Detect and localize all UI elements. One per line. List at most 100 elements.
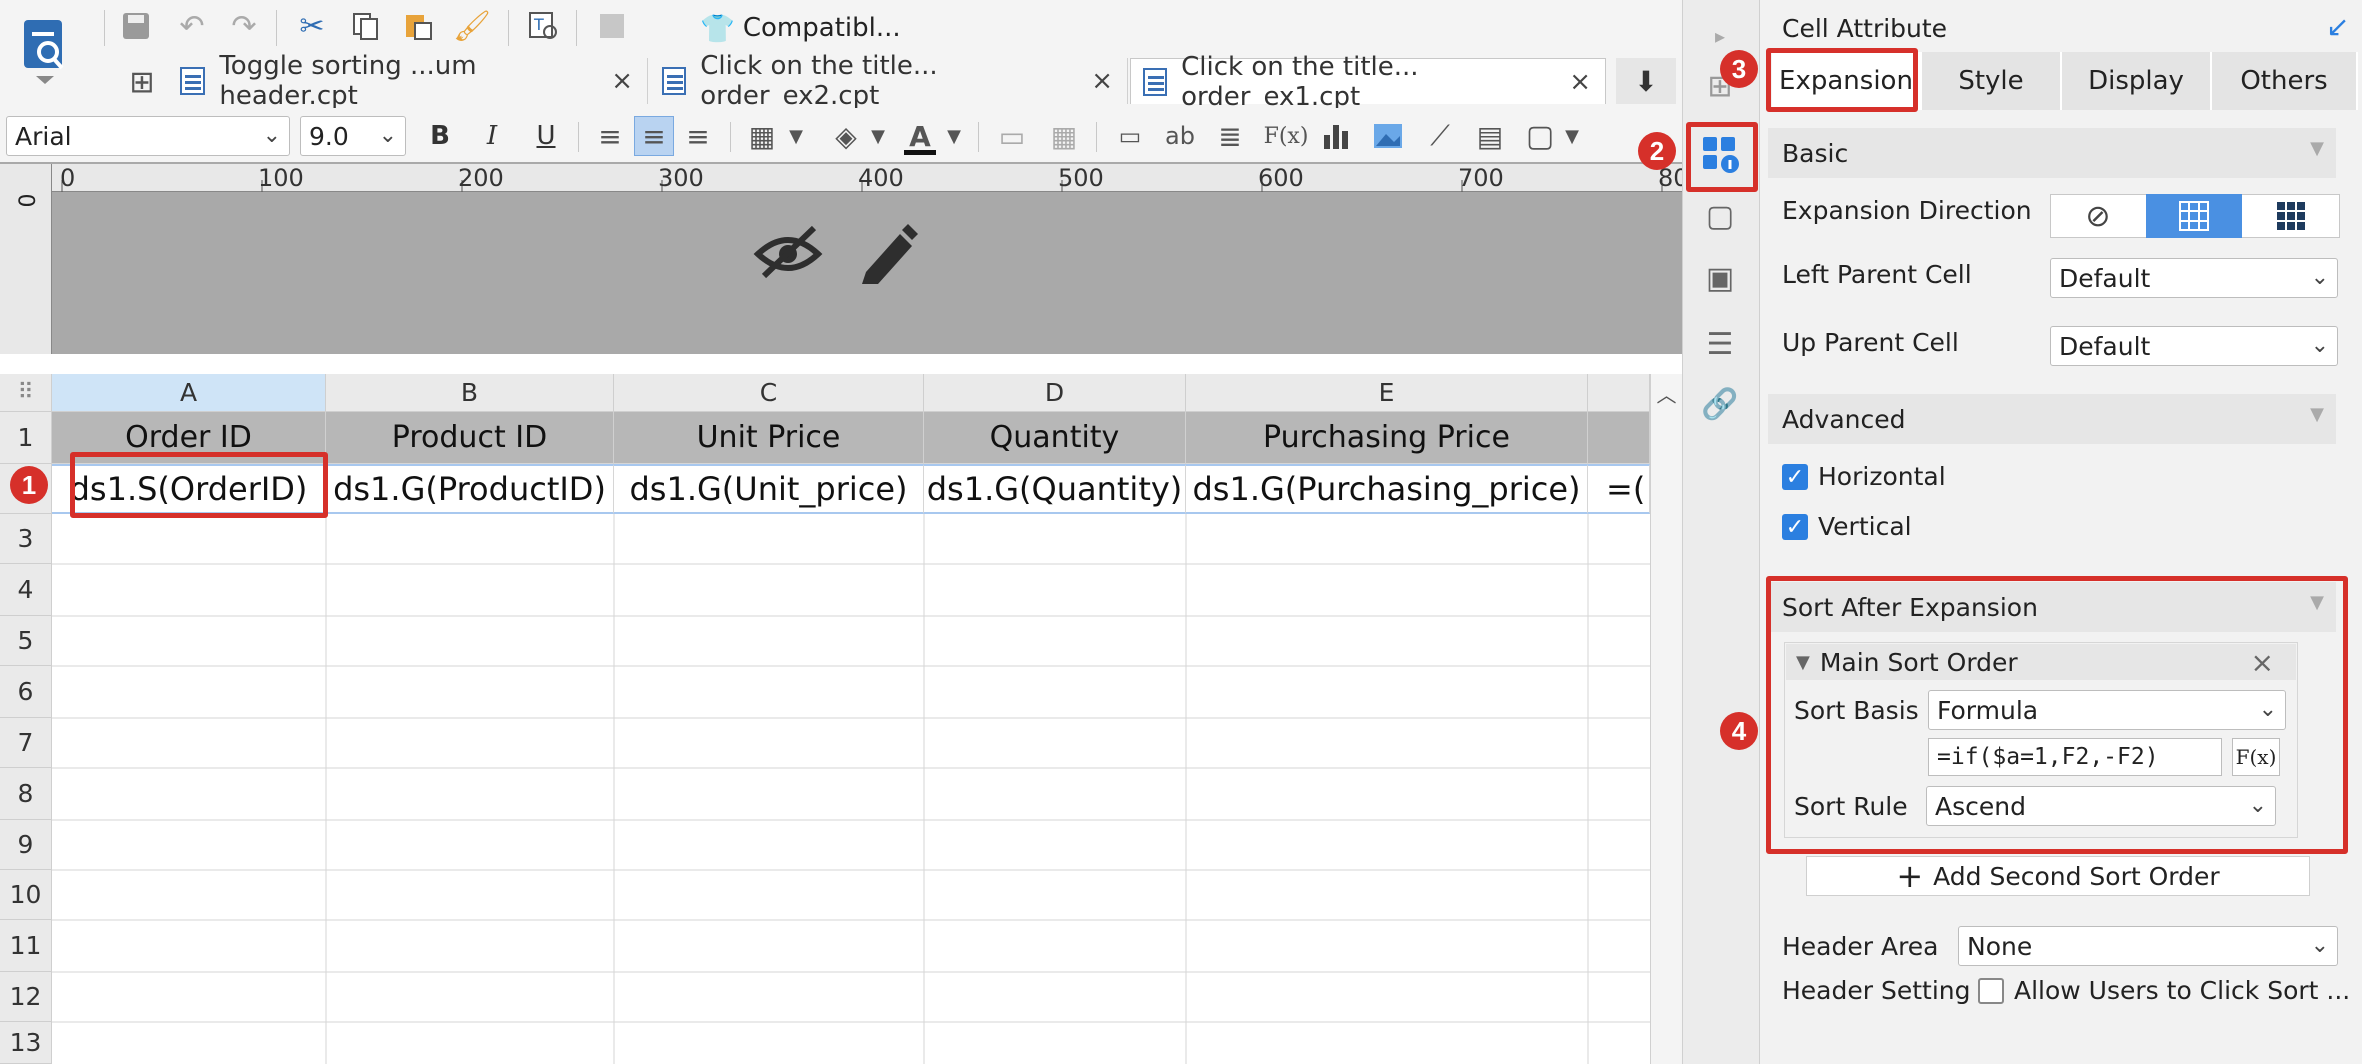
- tab-others[interactable]: Others: [2212, 52, 2358, 110]
- paste-icon[interactable]: [396, 6, 440, 46]
- column-header-c[interactable]: C: [614, 374, 924, 412]
- grid-corner[interactable]: ⠿: [0, 374, 52, 412]
- row-header[interactable]: 13: [0, 1022, 52, 1064]
- row-header[interactable]: 9: [0, 820, 52, 870]
- underline-button[interactable]: U: [526, 116, 566, 156]
- hidden-eye-icon[interactable]: [752, 222, 824, 282]
- rich-text-icon[interactable]: ≣: [1210, 116, 1250, 156]
- cell-b1[interactable]: Product ID: [326, 412, 614, 464]
- font-family-select[interactable]: Arial ⌄: [6, 116, 290, 156]
- row-header[interactable]: 11: [0, 920, 52, 972]
- pin-arrow-icon[interactable]: ↙: [2326, 10, 2349, 43]
- cut-icon[interactable]: ✂: [290, 6, 334, 46]
- column-header-a[interactable]: A: [52, 374, 326, 412]
- copy-icon[interactable]: [344, 6, 388, 46]
- find-replace-icon[interactable]: T: [522, 6, 566, 46]
- compatibility-button[interactable]: 👕 Compatibl...: [700, 8, 901, 48]
- cell-f2[interactable]: =(: [1588, 464, 1650, 514]
- redo-icon[interactable]: ↷: [222, 6, 266, 46]
- horizontal-expansion-icon[interactable]: [2242, 194, 2340, 238]
- cell-a2[interactable]: ds1.S(OrderID): [52, 464, 326, 514]
- widget-icon[interactable]: ▢: [1700, 196, 1740, 236]
- tab-order-ex1[interactable]: Click on the title... order_ex1.cpt ×: [1130, 52, 1606, 112]
- tab-order-ex2[interactable]: Click on the title... order_ex2.cpt ×: [650, 51, 1128, 111]
- sort-basis-select[interactable]: Formula ⌄: [1928, 690, 2286, 730]
- section-basic[interactable]: Basic ▼: [1768, 128, 2336, 178]
- align-left-icon[interactable]: ≡: [590, 116, 630, 156]
- cell-b2[interactable]: ds1.G(ProductID): [326, 464, 614, 514]
- section-advanced[interactable]: Advanced ▼: [1768, 394, 2336, 444]
- tab-list-icon[interactable]: ⬇: [1616, 58, 1676, 104]
- section-sort-after-expansion[interactable]: Sort After Expansion ▼: [1768, 582, 2336, 632]
- column-header-f[interactable]: [1588, 374, 1650, 412]
- vertical-checkbox[interactable]: ✓: [1782, 514, 1808, 540]
- cell-e2[interactable]: ds1.G(Purchasing_price): [1186, 464, 1588, 514]
- undo-icon[interactable]: ↶: [170, 6, 214, 46]
- format-painter-icon[interactable]: 🖌: [450, 6, 494, 46]
- tab-display[interactable]: Display: [2062, 52, 2212, 110]
- data-column-icon[interactable]: ☰: [1700, 324, 1740, 364]
- add-second-sort-button[interactable]: + Add Second Sort Order: [1806, 856, 2310, 896]
- row-header[interactable]: 3: [0, 514, 52, 564]
- subreport-icon[interactable]: ▤: [1470, 116, 1510, 156]
- column-header-e[interactable]: E: [1186, 374, 1588, 412]
- image-icon[interactable]: [1368, 116, 1408, 156]
- insert-field-icon[interactable]: ▭: [1110, 116, 1150, 156]
- cell-element-icon[interactable]: ▢: [1520, 116, 1560, 156]
- formula-icon[interactable]: F(x): [1260, 116, 1312, 156]
- fill-color-icon[interactable]: ◈: [826, 116, 866, 156]
- tab-expansion[interactable]: Expansion: [1772, 52, 1922, 110]
- merge-cells-icon[interactable]: ▭: [992, 116, 1032, 156]
- no-expansion-icon[interactable]: ⊘: [2050, 194, 2146, 238]
- app-logo-icon[interactable]: [18, 14, 72, 84]
- dropdown-widget-icon[interactable]: ▣: [1700, 258, 1740, 298]
- cell-f1[interactable]: [1588, 412, 1650, 464]
- cell-d2[interactable]: ds1.G(Quantity): [924, 464, 1186, 514]
- main-sort-order-header[interactable]: ▼ Main Sort Order ×: [1786, 644, 2296, 680]
- column-header-b[interactable]: B: [326, 374, 614, 412]
- chevron-down-icon[interactable]: ▼: [784, 116, 808, 156]
- sort-formula-input[interactable]: =if($a=1,F2,-F2): [1928, 738, 2222, 776]
- close-tab-icon[interactable]: ×: [1091, 66, 1113, 96]
- hyperlink-icon[interactable]: 🔗: [1700, 384, 1740, 424]
- chevron-down-icon[interactable]: ▼: [942, 116, 966, 156]
- close-tab-icon[interactable]: ×: [1569, 67, 1591, 97]
- scroll-up-icon[interactable]: ︿: [1650, 374, 1682, 412]
- row-header[interactable]: 6: [0, 666, 52, 718]
- slash-icon[interactable]: ⟋: [1420, 116, 1460, 156]
- chart-icon[interactable]: [1316, 116, 1356, 156]
- close-tab-icon[interactable]: ×: [611, 66, 633, 96]
- formula-editor-icon[interactable]: F(x): [2232, 738, 2280, 776]
- align-right-icon[interactable]: ≡: [678, 116, 718, 156]
- vertical-scrollbar[interactable]: [1650, 412, 1682, 1064]
- remove-sort-icon[interactable]: ×: [2251, 646, 2274, 679]
- sort-rule-select[interactable]: Ascend ⌄: [1926, 786, 2276, 826]
- cell-a1[interactable]: Order ID: [52, 412, 326, 464]
- chevron-down-icon[interactable]: ▼: [1560, 116, 1584, 156]
- row-header[interactable]: 8: [0, 768, 52, 820]
- cell-attribute-icon[interactable]: [1700, 134, 1740, 174]
- bold-button[interactable]: B: [420, 116, 460, 156]
- row-header[interactable]: 4: [0, 564, 52, 616]
- font-size-select[interactable]: 9.0 ⌄: [300, 116, 406, 156]
- cell-d1[interactable]: Quantity: [924, 412, 1186, 464]
- row-header[interactable]: 10: [0, 870, 52, 920]
- cell-e1[interactable]: Purchasing Price: [1186, 412, 1588, 464]
- cell-c1[interactable]: Unit Price: [614, 412, 924, 464]
- tab-style[interactable]: Style: [1922, 52, 2062, 110]
- save-icon[interactable]: [116, 6, 156, 46]
- left-parent-select[interactable]: Default ⌄: [2050, 258, 2338, 298]
- row-header[interactable]: 7: [0, 718, 52, 768]
- horizontal-checkbox[interactable]: ✓: [1782, 464, 1808, 490]
- column-header-d[interactable]: D: [924, 374, 1186, 412]
- row-header[interactable]: 12: [0, 972, 52, 1022]
- tab-toggle-sorting[interactable]: Toggle sorting ...um header.cpt ×: [168, 51, 648, 111]
- up-parent-select[interactable]: Default ⌄: [2050, 326, 2338, 366]
- row-header[interactable]: 5: [0, 616, 52, 666]
- new-tab-icon[interactable]: ⊞: [122, 62, 162, 102]
- edit-pencil-icon[interactable]: [856, 220, 920, 286]
- unmerge-cells-icon[interactable]: ▦: [1044, 116, 1084, 156]
- align-center-icon[interactable]: ≡: [634, 116, 674, 156]
- text-icon[interactable]: ab: [1160, 116, 1200, 156]
- vertical-expansion-icon[interactable]: [2146, 194, 2242, 238]
